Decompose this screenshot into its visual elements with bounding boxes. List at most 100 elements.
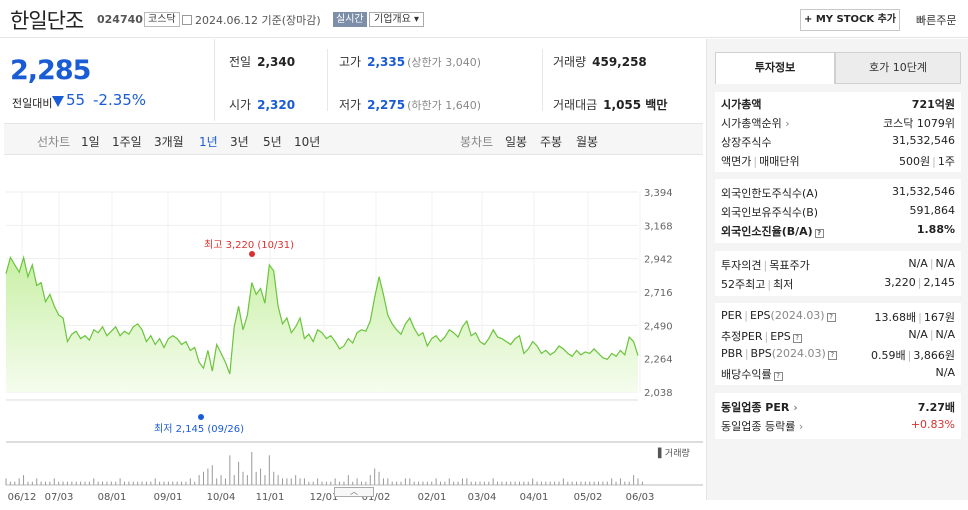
y-tick-label: 2,490 <box>644 321 673 332</box>
tab-invest-info[interactable]: 투자정보 <box>715 52 835 84</box>
candle-monthly[interactable]: 월봉 <box>576 133 598 150</box>
help-icon[interactable]: ? <box>814 229 824 238</box>
help-icon[interactable]: ? <box>826 313 836 322</box>
volume-bar <box>216 478 218 485</box>
help-icon[interactable]: ? <box>792 334 802 343</box>
opinion-value-text: N/A <box>908 257 928 270</box>
sector-section: 동일업종 PER › 7.27배 동일업종 등락률 › +0.83% <box>715 393 961 439</box>
date-info: 2024.06.12 기준(장마감) <box>182 12 321 28</box>
x-tick-label: 11/01 <box>256 492 285 503</box>
sector-rate-label[interactable]: 동일업종 등락률 › <box>721 418 803 434</box>
collapse-handle[interactable]: ︿ <box>334 487 374 497</box>
x-tick-label: 10/04 <box>207 492 236 503</box>
volume-bar <box>145 481 147 485</box>
par-value-text: 500원 <box>899 155 931 168</box>
candle-daily[interactable]: 일봉 <box>505 133 527 150</box>
price-change-rate: -2.35% <box>93 91 147 109</box>
volume-bar <box>510 481 512 485</box>
add-mystock-button[interactable]: + MY STOCK 추가 <box>800 9 900 31</box>
lower-limit: (하한가 1,640) <box>407 99 481 112</box>
volume-bar <box>9 481 11 485</box>
volume-bar <box>273 471 275 485</box>
volume-bar <box>220 475 222 485</box>
upper-limit: (상한가 3,040) <box>407 56 481 69</box>
amount-value: 1,055 백만 <box>603 98 668 112</box>
period-1d[interactable]: 1일 <box>81 133 100 150</box>
period-10y[interactable]: 10년 <box>294 133 320 150</box>
per-label-text: PER <box>721 309 743 322</box>
volume-bar <box>97 481 99 485</box>
per-value: 13.68배 | 167원 <box>874 311 955 324</box>
foreign-rate-row: 외국인소진율(B/A)? 1.88% <box>721 221 955 239</box>
volume-bar <box>58 481 60 485</box>
volume-bar <box>374 468 376 485</box>
period-5y[interactable]: 5년 <box>263 133 282 150</box>
open-value: 2,320 <box>257 98 296 112</box>
vs-prev-label: 전일대비 <box>12 97 53 110</box>
sector-rate-row: 동일업종 등락률 › +0.83% <box>721 416 955 434</box>
volume-bar <box>554 481 556 485</box>
shares-row: 상장주식수 31,532,546 <box>721 132 955 150</box>
price-chart[interactable]: 3,394 3,168 2,942 2,716 2,490 2,264 2,038 06/12… <box>4 180 703 510</box>
div-label: 배당수익률? <box>721 366 783 382</box>
tab-hoga-10[interactable]: 호가 10단계 <box>835 52 961 84</box>
market-badge: 코스닥 <box>144 12 180 27</box>
help-icon[interactable]: ? <box>827 351 837 360</box>
date-note: 기준(장마감) <box>261 14 321 27</box>
price-change: 55 <box>66 91 86 109</box>
calendar-icon <box>182 15 192 25</box>
volume-bar <box>576 481 578 485</box>
foreign-hold-label: 외국인보유주식수(B) <box>721 206 819 219</box>
volume-bar <box>93 478 95 485</box>
period-1y[interactable]: 1년 <box>199 133 218 150</box>
period-1w[interactable]: 1주일 <box>112 133 142 150</box>
high-price: 고가 2,335 (상한가 3,040) <box>339 53 481 70</box>
volume-bar <box>611 478 613 485</box>
volume-bar <box>295 475 297 485</box>
volume-bar <box>413 481 415 485</box>
market-cap-label: 시가총액 <box>721 98 762 111</box>
cap-rank-label-wrap[interactable]: 시가총액순위 › <box>721 115 790 131</box>
est-per-value: N/A | N/A <box>908 328 955 341</box>
volume-bar <box>159 481 161 485</box>
foreign-hold-row: 외국인보유주식수(B) 591,864 <box>721 202 955 220</box>
quick-order-link[interactable]: 빠른주문 <box>916 12 956 28</box>
volume-bar <box>264 475 266 485</box>
x-tick-label: 05/02 <box>574 492 603 503</box>
candle-weekly[interactable]: 주봉 <box>540 133 562 150</box>
trade-amount: 거래대금 1,055 백만 <box>553 96 667 113</box>
volume-bar <box>303 478 305 485</box>
help-icon[interactable]: ? <box>773 372 783 381</box>
quote-summary: 전일 2,340 고가 2,335 (상한가 3,040) 거래량 459,258 시가… <box>215 39 703 121</box>
volume-bar <box>110 481 112 485</box>
w52-value: 3,220 | 2,145 <box>884 276 955 289</box>
opinion-row: 투자의견 | 목표주가 N/A | N/A <box>721 255 955 273</box>
volume-bar <box>584 481 586 485</box>
pbr-label: PBR | BPS(2024.03)? <box>721 347 837 360</box>
volume-label: 거래량 <box>553 55 587 69</box>
opinion-value: N/A | N/A <box>908 257 955 270</box>
volume-bar <box>18 478 20 485</box>
volume-bar <box>286 478 288 485</box>
volume-bar <box>198 475 200 485</box>
volume-bar <box>527 481 529 485</box>
volume-bar <box>312 481 314 485</box>
y-tick-label: 3,394 <box>644 188 673 199</box>
period-3y[interactable]: 3년 <box>230 133 249 150</box>
sector-per-row: 동일업종 PER › 7.27배 <box>721 397 955 415</box>
volume-bar <box>325 481 327 485</box>
live-badge[interactable]: 실시간 <box>333 12 367 27</box>
volume-bar <box>45 481 46 485</box>
volume-bar <box>31 481 33 485</box>
est-eps-label-text: EPS <box>770 330 791 343</box>
volume-bar <box>619 478 621 485</box>
volume-bar <box>75 481 77 485</box>
period-3m[interactable]: 3개월 <box>154 133 184 150</box>
price-chart-panel: 2,285 전일대비 55 -2.35% 전일 2,340 고가 2,335 (상한가… <box>4 39 703 503</box>
volume-bar <box>282 478 283 485</box>
foreign-rate-label: 외국인소진율(B/A)? <box>721 223 824 239</box>
company-info-button[interactable]: 기업개요 ▾ <box>369 12 425 27</box>
chevron-right-icon: › <box>785 117 790 130</box>
divider <box>542 49 543 111</box>
sector-per-label[interactable]: 동일업종 PER › <box>721 399 798 415</box>
